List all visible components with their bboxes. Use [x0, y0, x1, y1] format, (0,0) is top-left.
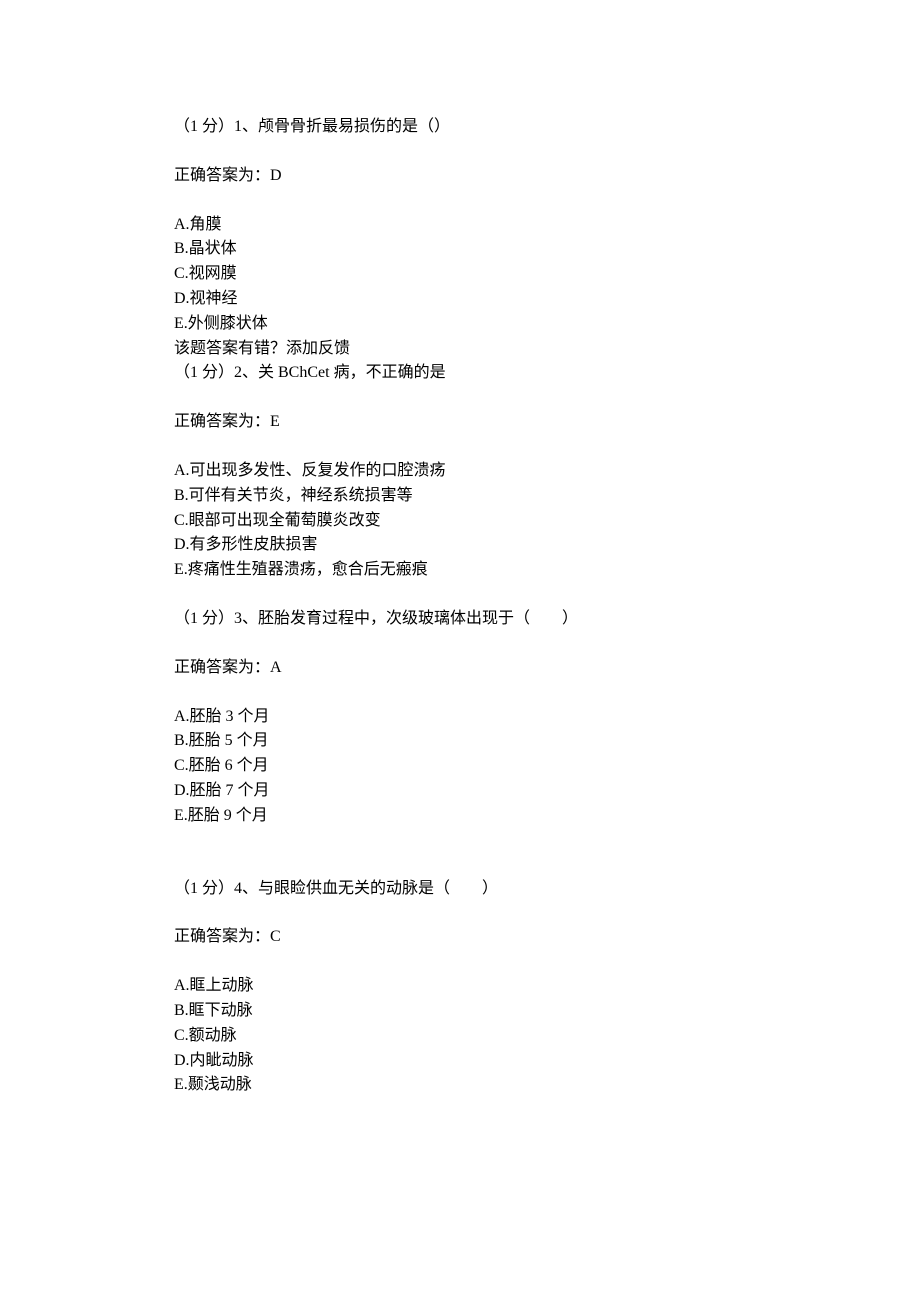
option-c: C.额动脉 [174, 1024, 920, 1049]
option-e: E.疼痛性生殖器溃疡，愈合后无瘢痕 [174, 558, 920, 583]
question-1-answer: 正确答案为：D [174, 164, 920, 189]
option-c: C.眼部可出现全葡萄膜炎改变 [174, 509, 920, 534]
feedback-link[interactable]: 该题答案有错？添加反馈 [174, 337, 920, 362]
question-3-answer: 正确答案为：A [174, 656, 920, 681]
option-b: B.可伴有关节炎，神经系统损害等 [174, 484, 920, 509]
question-3-title: （1 分）3、胚胎发育过程中，次级玻璃体出现于（ ） [174, 610, 578, 627]
question-2-answer: 正确答案为：E [174, 410, 920, 435]
question-3-options: A.胚胎 3 个月 B.胚胎 5 个月 C.胚胎 6 个月 D.胚胎 7 个月 … [174, 705, 920, 829]
question-2-title: （1 分）2、关 BChCet 病，不正确的是 [174, 361, 920, 386]
option-a: A.眶上动脉 [174, 974, 920, 999]
document-page: （1 分）1、颅骨骨折最易损伤的是（） 正确答案为：D A.角膜 B.晶状体 C… [0, 0, 920, 1301]
option-a: A.胚胎 3 个月 [174, 705, 920, 730]
question-4-options: A.眶上动脉 B.眶下动脉 C.额动脉 D.内眦动脉 E.颞浅动脉 [174, 974, 920, 1098]
question-3-header: （1 分）3、胚胎发育过程中，次级玻璃体出现于（ ） [174, 607, 920, 632]
option-d: D.胚胎 7 个月 [174, 779, 920, 804]
option-b: B.眶下动脉 [174, 999, 920, 1024]
option-e: E.胚胎 9 个月 [174, 804, 920, 829]
question-1-title: （1 分）1、颅骨骨折最易损伤的是（） [174, 118, 450, 135]
option-a: A.角膜 [174, 213, 920, 238]
answer-label: 正确答案为：E [174, 413, 280, 430]
question-4-answer: 正确答案为：C [174, 925, 920, 950]
question-1-options: A.角膜 B.晶状体 C.视网膜 D.视神经 E.外侧膝状体 该题答案有错？添加… [174, 213, 920, 387]
option-b: B.晶状体 [174, 237, 920, 262]
answer-label: 正确答案为：C [174, 928, 281, 945]
question-1-header: （1 分）1、颅骨骨折最易损伤的是（） [174, 115, 920, 140]
answer-label: 正确答案为：A [174, 659, 282, 676]
question-4-title: （1 分）4、与眼睑供血无关的动脉是（ ） [174, 880, 498, 897]
question-4-header: （1 分）4、与眼睑供血无关的动脉是（ ） [174, 877, 920, 902]
question-2-options: A.可出现多发性、反复发作的口腔溃疡 B.可伴有关节炎，神经系统损害等 C.眼部… [174, 459, 920, 583]
option-d: D.有多形性皮肤损害 [174, 533, 920, 558]
option-c: C.胚胎 6 个月 [174, 754, 920, 779]
option-e: E.颞浅动脉 [174, 1073, 920, 1098]
answer-label: 正确答案为：D [174, 167, 282, 184]
option-c: C.视网膜 [174, 262, 920, 287]
option-e: E.外侧膝状体 [174, 312, 920, 337]
option-a: A.可出现多发性、反复发作的口腔溃疡 [174, 459, 920, 484]
option-d: D.内眦动脉 [174, 1049, 920, 1074]
option-d: D.视神经 [174, 287, 920, 312]
option-b: B.胚胎 5 个月 [174, 729, 920, 754]
